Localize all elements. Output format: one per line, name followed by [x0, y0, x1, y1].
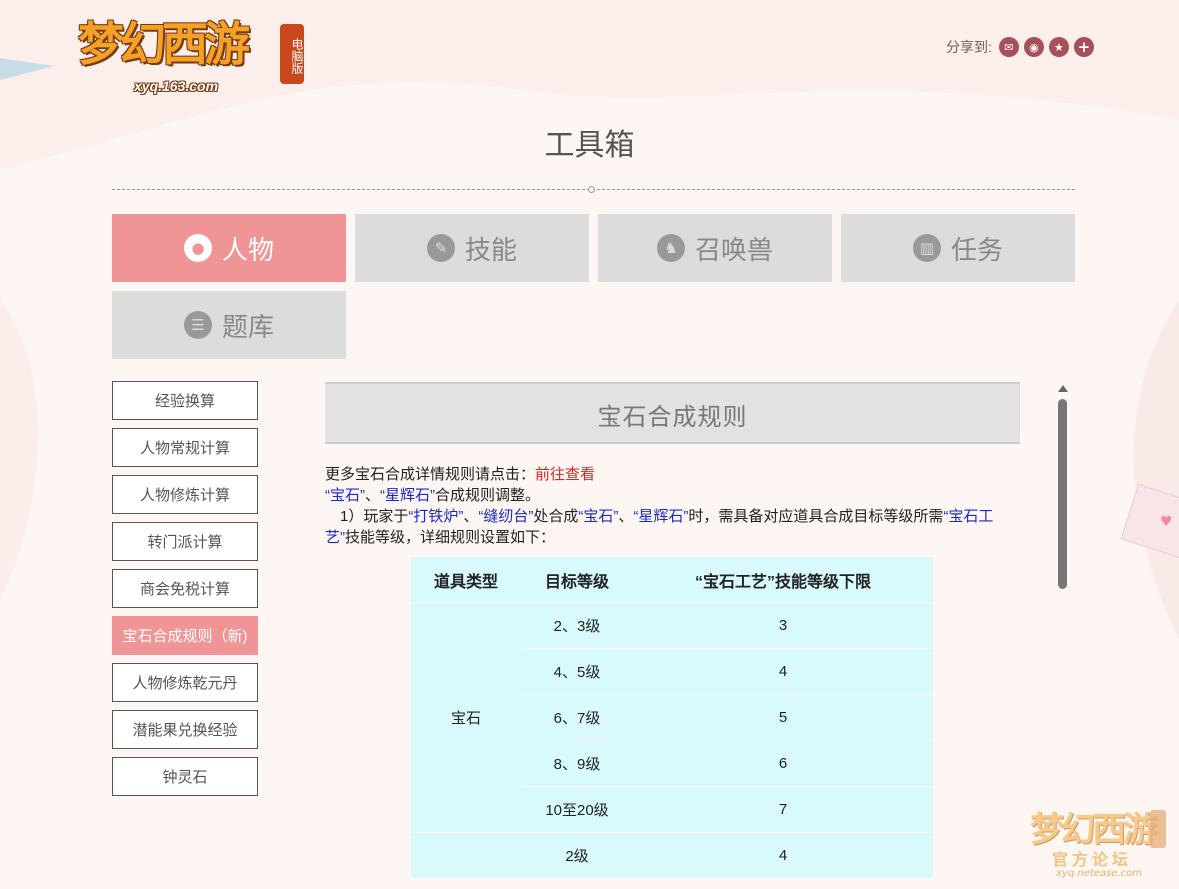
- detail-text: 技能等级，详细规则设置如下：: [345, 529, 556, 546]
- book-icon: ▥: [912, 234, 941, 262]
- tab-skills[interactable]: ✎ 技能: [355, 214, 589, 282]
- page-title: 工具箱: [544, 128, 635, 163]
- wechat-icon[interactable]: ✉: [998, 37, 1019, 57]
- keyword-star-stone: “星辉石”: [633, 508, 689, 525]
- sidebar-item-tax-free-calc[interactable]: 商会免税计算: [112, 569, 258, 608]
- share-bar: 分享到: ✉ ◉ ★ +: [946, 37, 1094, 57]
- tab-character[interactable]: ● 人物: [112, 214, 346, 282]
- sidebar-item-sect-transfer[interactable]: 转门派计算: [112, 522, 258, 561]
- view-more-link[interactable]: 前往查看: [535, 466, 595, 483]
- detail-text: 、: [618, 508, 634, 525]
- target-level-cell: 8、9级: [521, 740, 633, 787]
- sidebar-item-character-calc[interactable]: 人物常规计算: [112, 428, 258, 467]
- game-logo[interactable]: 梦幻西游 电脑版 xyq.163.com: [78, 8, 310, 98]
- keyword-gem: “宝石”: [325, 487, 365, 504]
- heart-icon: ♥: [1160, 514, 1173, 530]
- keyword-star-stone: “星辉石”: [380, 487, 436, 504]
- skill-level-cell: 5: [633, 694, 933, 741]
- separator: 、: [365, 487, 381, 504]
- detail-text: 、: [463, 508, 479, 525]
- title-divider-dot: [588, 186, 595, 193]
- rule-adjust-suffix: 合成规则调整。: [435, 487, 541, 504]
- content-header: 宝石合成规则: [325, 382, 1020, 444]
- sidebar-item-cultivation-calc[interactable]: 人物修炼计算: [112, 475, 258, 514]
- tab-question-bank[interactable]: ☰ 题库: [112, 291, 346, 359]
- detail-text: 1）玩家于: [325, 508, 409, 525]
- sidebar-item-potential-fruit[interactable]: 潜能果兑换经验: [112, 710, 258, 749]
- skill-level-cell: 6: [633, 740, 933, 787]
- logo-url: xyq.163.com: [134, 78, 219, 94]
- gem-rules-table: 道具类型 目标等级 “宝石工艺”技能等级下限 宝石 2、3级 3 4、5级 4 …: [411, 557, 933, 879]
- tab-quests[interactable]: ▥ 任务: [841, 214, 1075, 282]
- logo-title: 梦幻西游: [78, 17, 250, 71]
- feather-icon: ✎: [426, 234, 455, 262]
- sidebar-item-qianyuan-pill[interactable]: 人物修炼乾元丹: [112, 663, 258, 702]
- keyword-forge: “打铁炉”: [408, 508, 464, 525]
- table-row: 宝石 2、3级 3: [411, 602, 933, 833]
- table-header-row: 道具类型 目标等级 “宝石工艺”技能等级下限: [411, 557, 933, 603]
- skill-level-cell: 7: [633, 786, 933, 833]
- skill-level-cell: 4: [633, 832, 933, 879]
- beast-icon: ♞: [656, 234, 685, 262]
- forum-logo-sub: 官方论坛: [1052, 850, 1133, 869]
- more-rules-line: 更多宝石合成详情规则请点击：前往查看: [325, 464, 1025, 485]
- tab-label: 召唤兽: [694, 235, 773, 266]
- logo-edition-tag: 电脑版: [280, 24, 304, 84]
- target-level-cell: 10至20级: [521, 786, 633, 833]
- forum-logo-title: 梦幻西游: [1030, 810, 1157, 850]
- sidebar-item-exp-convert[interactable]: 经验换算: [112, 381, 258, 420]
- tab-summon-beast[interactable]: ♞ 召唤兽: [598, 214, 832, 282]
- weibo-icon[interactable]: ◉: [1023, 37, 1044, 57]
- share-label: 分享到:: [946, 39, 992, 55]
- item-type-cell-empty: [411, 832, 521, 879]
- rule-adjust-line: “宝石”、“星辉石”合成规则调整。: [325, 485, 1025, 506]
- col-header-skill-min: “宝石工艺”技能等级下限: [633, 557, 933, 603]
- sidebar-item-gem-rules[interactable]: 宝石合成规则（新): [112, 616, 258, 655]
- tab-label: 题库: [221, 312, 274, 343]
- item-type-cell: 宝石: [411, 602, 521, 833]
- list-icon: ☰: [183, 311, 212, 339]
- person-icon: ●: [183, 234, 212, 262]
- forum-logo-tag: [1150, 810, 1166, 848]
- target-level-cell: 2、3级: [521, 602, 633, 649]
- tab-label: 任务: [950, 235, 1003, 266]
- detail-text: 时，需具备对应道具合成目标等级所需: [688, 508, 944, 525]
- tab-label: 技能: [464, 235, 517, 266]
- detail-text: 处合成: [533, 508, 579, 525]
- skill-level-cell: 4: [633, 648, 933, 695]
- star-icon[interactable]: ★: [1048, 37, 1069, 57]
- keyword-gem: “宝石”: [578, 508, 619, 525]
- col-header-item-type: 道具类型: [411, 557, 521, 603]
- scroll-up-arrow[interactable]: [1058, 385, 1068, 392]
- keyword-sewing-table: “缝纫台”: [478, 508, 534, 525]
- skill-level-cell: 3: [633, 602, 933, 649]
- sidebar-item-zhongling-stone[interactable]: 钟灵石: [112, 757, 258, 796]
- content-title: 宝石合成规则: [325, 387, 1020, 441]
- table-row: 2级 4: [411, 832, 933, 879]
- forum-logo[interactable]: 梦幻西游 官方论坛 xyq.netease.com: [1030, 802, 1170, 886]
- forum-logo-url: xyq.netease.com: [1056, 868, 1142, 879]
- tab-label: 人物: [221, 235, 274, 266]
- more-rules-prefix: 更多宝石合成详情规则请点击：: [325, 466, 536, 483]
- target-level-cell: 4、5级: [521, 648, 633, 695]
- col-header-target-level: 目标等级: [521, 557, 633, 603]
- rules-text: 更多宝石合成详情规则请点击：前往查看 “宝石”、“星辉石”合成规则调整。 1）玩…: [325, 464, 1025, 548]
- scrollbar-thumb[interactable]: [1058, 399, 1067, 589]
- rule-detail-line: 1）玩家于“打铁炉”、“缝纫台”处合成“宝石”、“星辉石”时，需具备对应道具合成…: [325, 506, 1025, 548]
- plus-icon[interactable]: +: [1073, 37, 1094, 57]
- target-level-cell: 6、7级: [521, 694, 633, 741]
- paper-plane-decoration: [0, 58, 54, 80]
- target-level-cell: 2级: [521, 832, 633, 879]
